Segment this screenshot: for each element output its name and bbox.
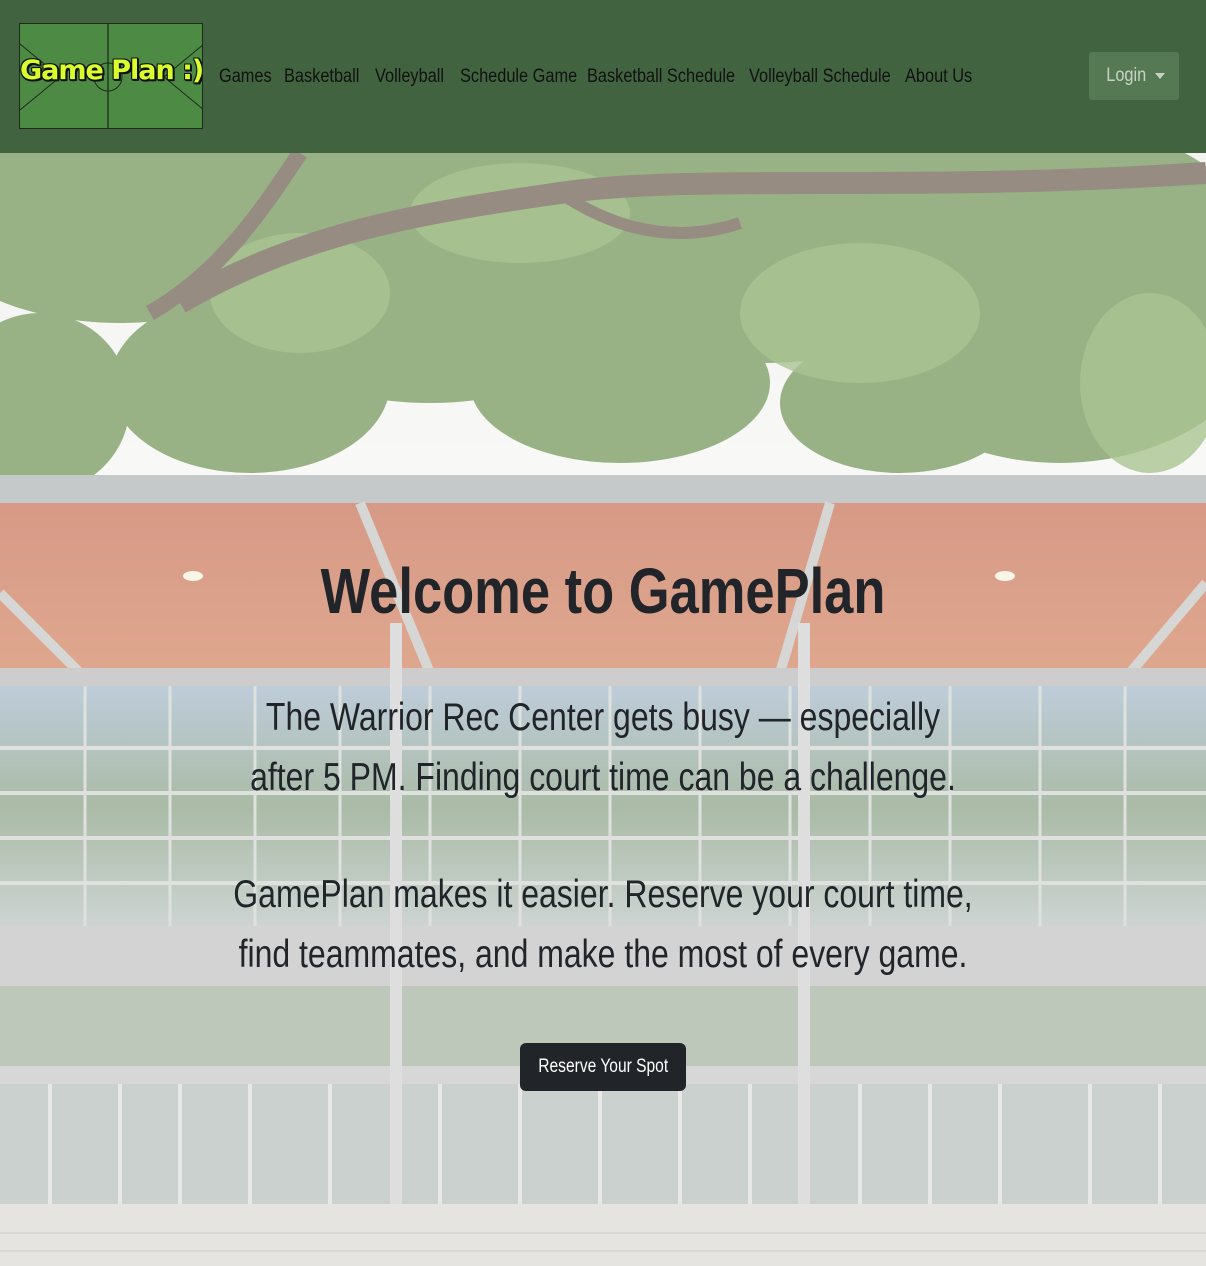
nav-link-volleyball[interactable]: Volleyball (375, 62, 448, 92)
nav-item-volleyball: Volleyball (375, 62, 460, 92)
caret-down-icon (1155, 73, 1166, 79)
nav-item-schedule-game: Schedule Game (460, 62, 587, 92)
nav-link-basketball[interactable]: Basketball (284, 62, 362, 92)
nav-link-schedule-game[interactable]: Schedule Game (460, 62, 577, 92)
nav-item-basketball-schedule: Basketball Schedule (587, 62, 749, 92)
nav-links: Games Basketball Volleyball Schedule Gam… (219, 62, 985, 92)
login-dropdown-button[interactable]: Login (1089, 52, 1179, 100)
hero-pitch-text: GamePlan makes it easier. Reserve your c… (233, 873, 973, 976)
nav-link-basketball-schedule[interactable]: Basketball Schedule (587, 62, 735, 92)
nav-link-games[interactable]: Games (219, 62, 275, 92)
nav-item-about-us: About Us (905, 62, 985, 92)
hero-intro-text: The Warrior Rec Center gets busy — espec… (250, 696, 956, 799)
nav-link-about-us[interactable]: About Us (905, 62, 974, 92)
reserve-button-label: Reserve Your Spot (538, 1056, 668, 1077)
brand-logo[interactable]: Game Plan :) (19, 23, 203, 129)
logo-text: Game Plan :) (20, 55, 203, 86)
reserve-your-spot-button[interactable]: Reserve Your Spot (520, 1043, 686, 1091)
hero-title: Welcome to GamePlan (320, 555, 886, 627)
nav-item-games: Games (219, 62, 284, 92)
hero-section: Welcome to GamePlan The Warrior Rec Cent… (0, 153, 1206, 1266)
navbar: Game Plan :) Games Basketball Volleyball… (0, 0, 1206, 153)
nav-item-volleyball-schedule: Volleyball Schedule (749, 62, 905, 92)
nav-link-volleyball-schedule[interactable]: Volleyball Schedule (749, 62, 891, 92)
nav-item-basketball: Basketball (284, 62, 375, 92)
login-label: Login (1106, 65, 1146, 86)
